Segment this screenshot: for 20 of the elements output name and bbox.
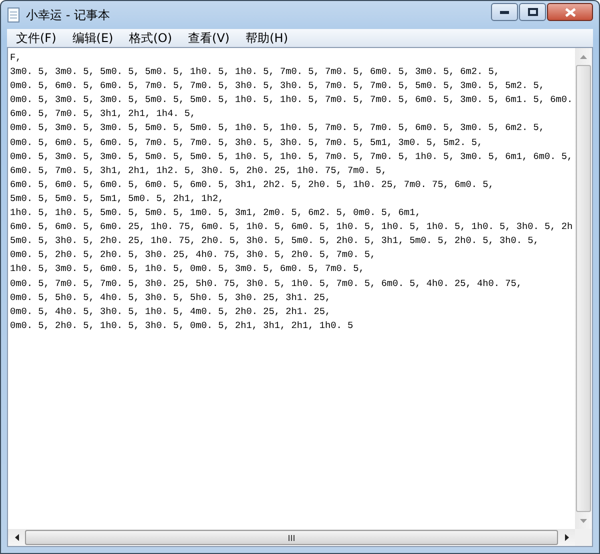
minimize-icon [500, 10, 509, 14]
minimize-button[interactable] [491, 3, 518, 21]
down-arrow-icon[interactable] [580, 518, 587, 522]
maximize-icon [528, 8, 538, 16]
close-button[interactable] [547, 3, 593, 21]
close-icon [564, 8, 576, 16]
menu-item[interactable]: 编辑(E) [65, 28, 120, 48]
right-arrow-icon[interactable] [564, 534, 568, 541]
menu-item[interactable]: 格式(O) [122, 28, 180, 48]
maximize-button[interactable] [519, 3, 546, 21]
menu-item[interactable]: 帮助(H) [238, 28, 295, 48]
window-title: 小幸运 - 记事本 [26, 6, 111, 24]
horizontal-scrollbar[interactable] [8, 529, 575, 546]
notepad-icon [7, 7, 20, 23]
menu-item[interactable]: 文件(F) [9, 28, 64, 48]
grip-icon [288, 534, 295, 540]
left-arrow-icon[interactable] [14, 534, 18, 541]
menu-item[interactable]: 查看(V) [181, 28, 237, 48]
up-arrow-icon[interactable] [580, 54, 587, 58]
vertical-scrollbar[interactable] [575, 48, 592, 529]
